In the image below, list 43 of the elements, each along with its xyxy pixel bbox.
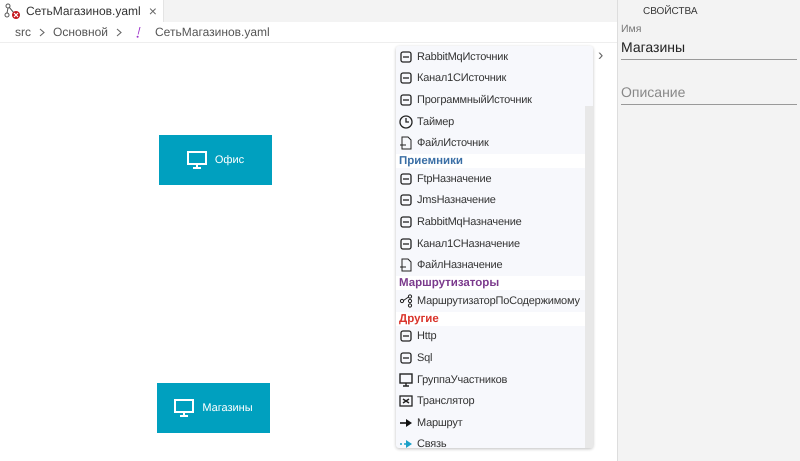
palette-item[interactable]: Канал1СИсточник (399, 68, 593, 90)
palette-item[interactable]: Sql (399, 347, 593, 369)
palette-item[interactable]: Http (399, 326, 593, 348)
section-header: Маршрутизаторы (396, 276, 585, 290)
file-icon (399, 258, 413, 272)
monitor-icon (399, 372, 413, 387)
router-icon (399, 294, 413, 308)
breadcrumb-item[interactable]: СетьМагазинов.yaml (155, 25, 270, 39)
warning-icon (136, 26, 142, 38)
expand-icon[interactable]: › (598, 47, 604, 65)
palette-item[interactable]: МаршрутизаторПоСодержимому (399, 290, 593, 312)
monitor-icon (186, 151, 207, 169)
chevron-icon (116, 28, 122, 36)
palette-item[interactable]: ФайлИсточник (399, 132, 593, 154)
palette-item[interactable]: ГруппаУчастников (399, 368, 593, 390)
breadcrumb-item[interactable]: Основной (53, 25, 108, 39)
section-header: Приемники (396, 154, 585, 168)
palette-item[interactable]: Транслятор (399, 390, 593, 412)
palette-item[interactable]: ФайлНазначение (399, 254, 593, 276)
palette-item[interactable]: RabbitMqИсточник (399, 46, 593, 68)
palette-item[interactable]: ПрограммныйИсточник (399, 89, 593, 111)
palette-item[interactable]: FtpНазначение (399, 168, 593, 190)
clock-icon (399, 114, 413, 129)
description-field[interactable]: Описание (621, 80, 797, 105)
file-tab[interactable]: СетьМагазинов.yaml × (0, 0, 164, 22)
palette-item[interactable]: Канал1СНазначение (399, 232, 593, 254)
section-header: Другие (396, 312, 585, 326)
chevron-icon (39, 28, 45, 36)
palette-item[interactable]: Таймер (399, 110, 593, 132)
monitor-icon (174, 399, 194, 417)
translator-icon (399, 394, 413, 408)
breadcrumb-item[interactable]: src (15, 25, 31, 39)
scrollbar[interactable] (585, 106, 593, 448)
name-field[interactable]: Магазины (621, 35, 797, 60)
close-icon[interactable]: × (148, 3, 157, 19)
tab-title: СетьМагазинов.yaml (26, 4, 141, 18)
palette-item[interactable]: RabbitMqНазначение (399, 211, 593, 233)
panel-title: СВОЙСТВА (642, 4, 699, 17)
field-label: Имя (621, 23, 642, 35)
palette-item[interactable]: JmsНазначение (399, 190, 593, 212)
file-icon (399, 136, 413, 150)
palette-item[interactable]: Связь (399, 434, 593, 456)
palette-item[interactable]: Маршрут (399, 412, 593, 434)
